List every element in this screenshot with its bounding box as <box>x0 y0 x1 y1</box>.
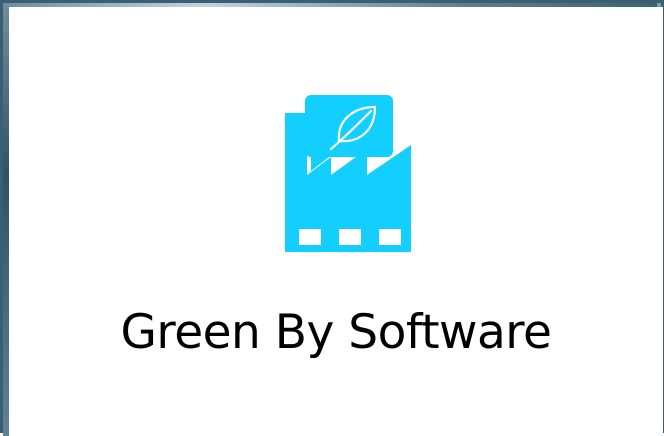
brand-title: Green By Software <box>120 305 552 360</box>
factory-leaf-icon <box>285 95 411 252</box>
slide-card: Green By Software <box>0 0 664 436</box>
card-content: Green By Software <box>9 7 663 436</box>
